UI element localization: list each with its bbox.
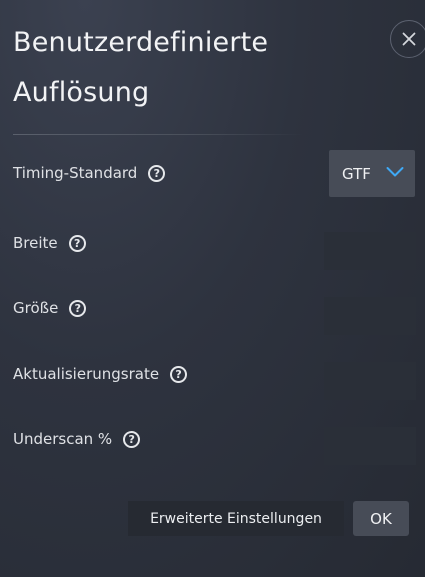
chevron-down-icon [386,167,404,177]
title-divider [13,134,303,135]
underscan-label: Underscan % [13,430,113,448]
dialog-title: Benutzerdefinierte Auflösung [13,27,269,108]
close-icon [402,32,416,46]
underscan-row: Underscan % ? [13,427,141,451]
timing-standard-help-icon[interactable]: ? [148,164,166,182]
custom-resolution-dialog: Benutzerdefinierte Auflösung Timing-Stan… [0,0,425,577]
underscan-input[interactable] [324,427,416,465]
size-help-icon[interactable]: ? [69,299,87,317]
refresh-rate-help-icon[interactable]: ? [170,365,188,383]
advanced-settings-button[interactable]: Erweiterte Einstellungen [128,501,344,536]
timing-standard-label: Timing-Standard [13,164,138,182]
refresh-rate-input[interactable] [324,362,416,400]
timing-standard-dropdown[interactable]: GTF [329,150,415,197]
timing-standard-selected: GTF [342,164,371,183]
size-label: Größe [13,299,59,317]
refresh-rate-row: Aktualisierungsrate ? [13,362,188,386]
refresh-rate-label: Aktualisierungsrate [13,365,160,383]
width-label: Breite [13,234,58,252]
close-button[interactable] [390,20,425,58]
width-help-icon[interactable]: ? [68,234,86,252]
size-input[interactable] [324,297,416,335]
size-row: Größe ? [13,296,87,320]
ok-button[interactable]: OK [353,501,409,536]
timing-standard-row: Timing-Standard ? [13,161,166,185]
width-input[interactable] [324,232,416,270]
underscan-help-icon[interactable]: ? [123,430,141,448]
width-row: Breite ? [13,231,86,255]
